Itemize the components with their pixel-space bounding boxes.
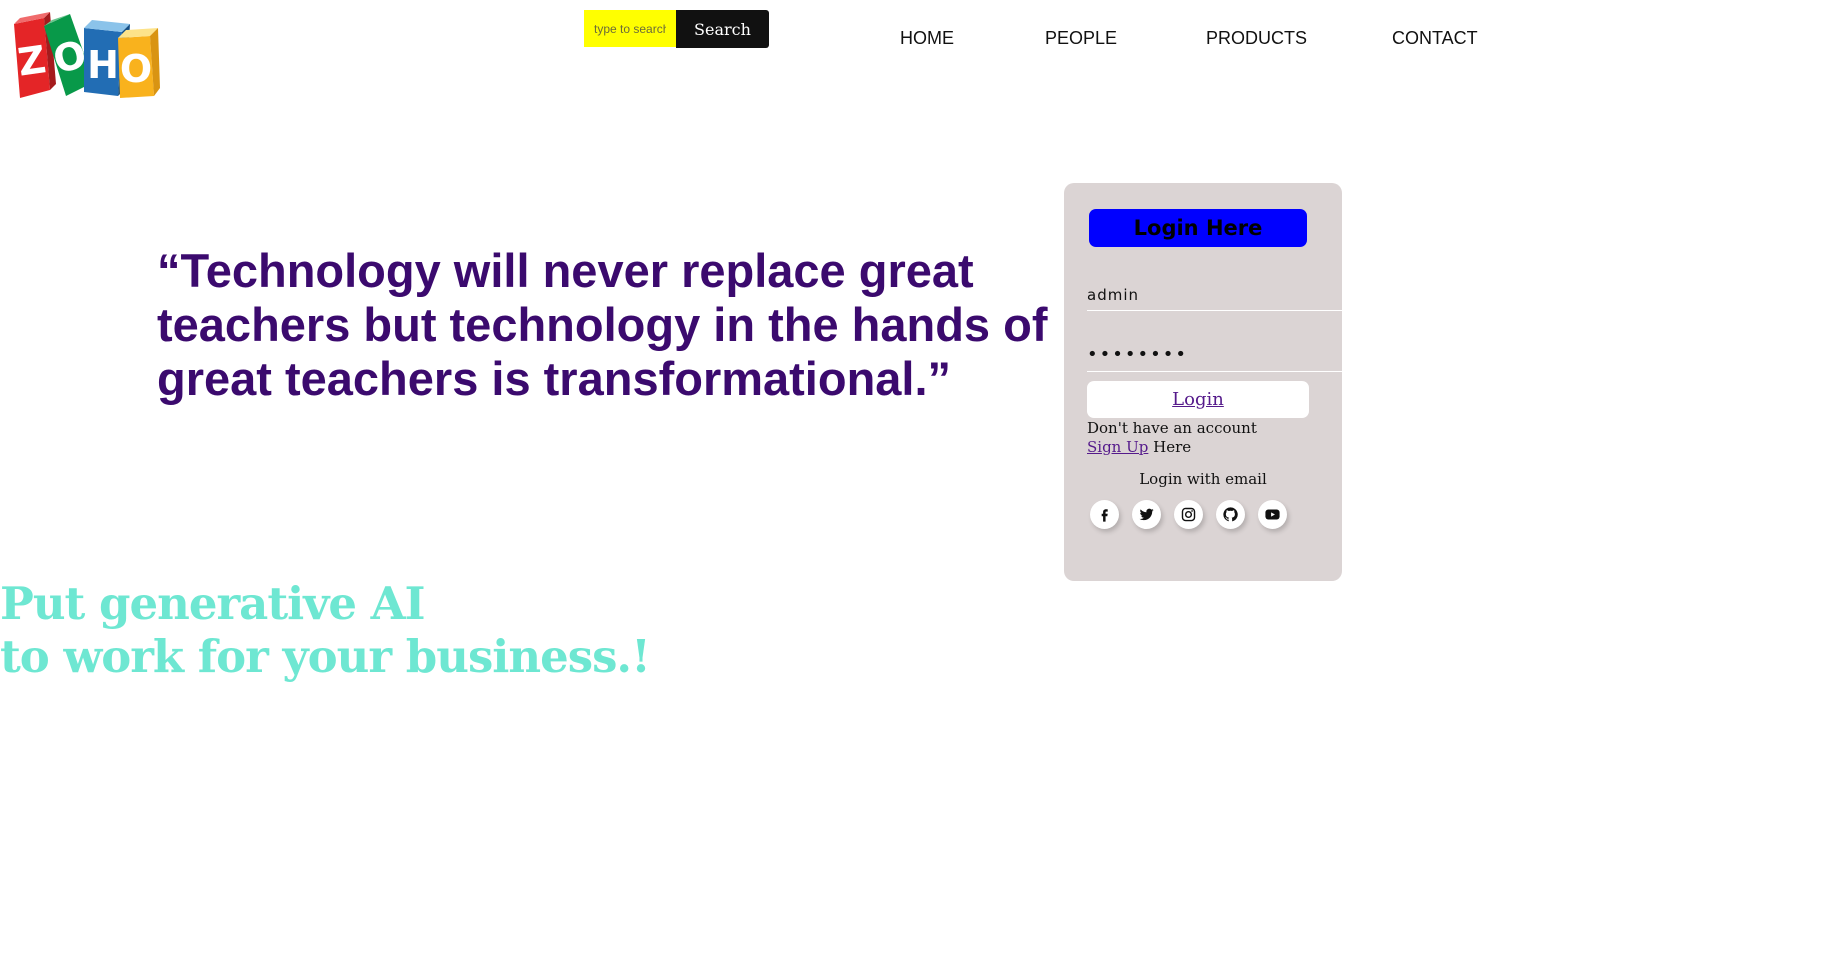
twitter-icon: [1139, 508, 1154, 521]
signup-link[interactable]: Sign Up: [1087, 438, 1148, 456]
login-button[interactable]: Login: [1087, 381, 1309, 418]
zoho-logo[interactable]: Z O H O: [14, 12, 160, 102]
signup-line: Sign Up Here: [1087, 438, 1191, 457]
youtube-icon: [1265, 509, 1280, 520]
facebook-button[interactable]: [1090, 500, 1119, 529]
twitter-button[interactable]: [1132, 500, 1161, 529]
tagline: Put generative AI to work for your busin…: [0, 577, 651, 683]
main-nav: HOME PEOPLE PRODUCTS CONTACT: [0, 28, 1848, 52]
tagline-line-2: to work for your business.!: [0, 630, 651, 683]
signup-suffix: Here: [1148, 438, 1192, 456]
no-account-text: Don't have an account: [1087, 419, 1257, 437]
youtube-button[interactable]: [1258, 500, 1287, 529]
facebook-icon: [1101, 509, 1108, 522]
tagline-line-1: Put generative AI: [0, 577, 426, 630]
instagram-icon: [1181, 507, 1196, 522]
login-header: Login Here: [1089, 209, 1307, 247]
instagram-button[interactable]: [1174, 500, 1203, 529]
login-with-email-text: Login with email: [1139, 470, 1267, 488]
social-login-icons: [1090, 500, 1287, 529]
login-panel: Login Here Login Don't have an account S…: [1064, 183, 1342, 581]
github-icon: [1223, 507, 1238, 522]
password-field[interactable]: [1087, 338, 1342, 372]
nav-home[interactable]: HOME: [900, 28, 954, 49]
username-field[interactable]: [1087, 279, 1342, 311]
zoho-logo-graphic: Z O H O: [14, 12, 160, 98]
logo-letter-o-2: O: [120, 47, 152, 91]
nav-contact[interactable]: CONTACT: [1392, 28, 1478, 49]
nav-products[interactable]: PRODUCTS: [1206, 28, 1307, 49]
hero-quote: “Technology will never replace great tea…: [157, 244, 1048, 405]
github-button[interactable]: [1216, 500, 1245, 529]
nav-people[interactable]: PEOPLE: [1045, 28, 1117, 49]
